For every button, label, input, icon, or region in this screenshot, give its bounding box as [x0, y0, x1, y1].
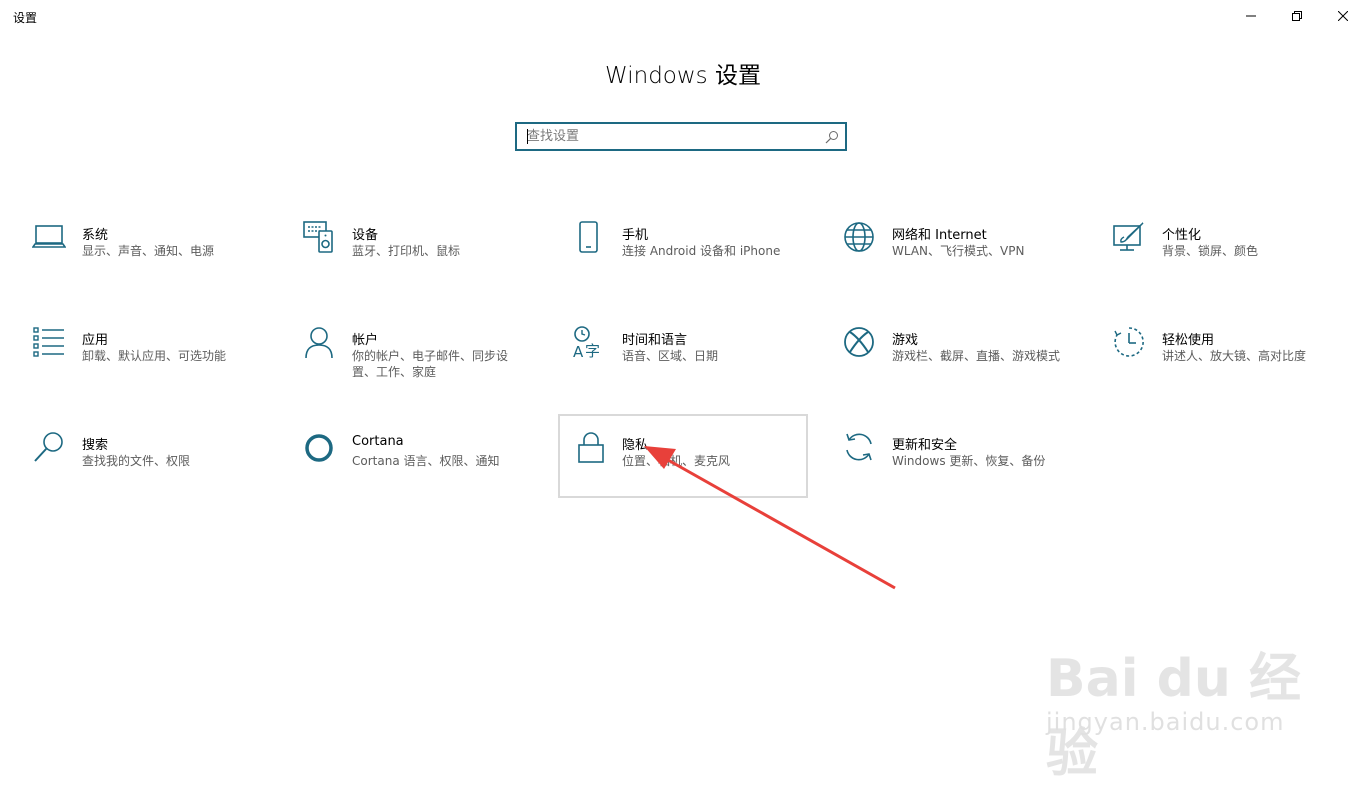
tile-name: 隐私 [622, 438, 649, 453]
tile-ease-of-access[interactable]: 轻松使用 讲述人、放大镜、高对比度 [1112, 321, 1360, 403]
tile-update-security[interactable]: 更新和安全 Windows 更新、恢复、备份 [842, 426, 1090, 508]
tile-name: 搜索 [82, 438, 109, 453]
person-icon [305, 327, 333, 359]
phone-icon [579, 221, 598, 253]
tile-devices[interactable]: 设备 蓝牙、打印机、鼠标 [302, 216, 550, 298]
lock-icon [578, 432, 604, 463]
close-button[interactable] [1320, 0, 1366, 32]
svg-text:A: A [573, 343, 584, 359]
tile-desc: 游戏栏、截屏、直播、游戏模式 [892, 349, 1061, 363]
tile-desc: Windows 更新、恢复、备份 [892, 454, 1046, 468]
tile-personalization[interactable]: 个性化 背景、锁屏、颜色 [1112, 216, 1360, 298]
close-icon [1338, 11, 1348, 21]
tile-time-language[interactable]: A字 时间和语言 语音、区域、日期 [572, 321, 820, 403]
watermark-url: jingyan.baidu.com [1046, 708, 1285, 736]
time-language-icon: A字 [573, 326, 600, 359]
tile-name: 系统 [82, 228, 109, 243]
ease-of-access-icon [1114, 327, 1144, 357]
search-input[interactable] [517, 124, 827, 149]
magnifier-icon [34, 432, 63, 462]
tile-name: 游戏 [892, 333, 919, 348]
tile-desc: 显示、声音、通知、电源 [82, 244, 215, 258]
apps-list-icon [33, 327, 64, 357]
laptop-icon [32, 225, 66, 248]
tile-name: Cortana [352, 434, 404, 449]
tile-desc: 查找我的文件、权限 [82, 454, 191, 468]
search-box[interactable] [515, 122, 847, 151]
tile-name: 轻松使用 [1162, 333, 1215, 348]
tile-apps[interactable]: 应用 卸载、默认应用、可选功能 [32, 321, 280, 403]
tile-gaming[interactable]: 游戏 游戏栏、截屏、直播、游戏模式 [842, 321, 1090, 403]
tile-name: 设备 [352, 228, 379, 243]
window-title: 设置 [13, 11, 38, 25]
tile-desc: Cortana 语言、权限、通知 [352, 454, 500, 468]
minimize-button[interactable] [1228, 0, 1274, 32]
title-bar: 设置 [0, 0, 1366, 32]
tile-name: 时间和语言 [622, 333, 688, 348]
svg-text:字: 字 [585, 342, 600, 359]
tile-system[interactable]: 系统 显示、声音、通知、电源 [32, 216, 280, 298]
tile-desc: 你的帐户、电子邮件、同步设置、工作、家庭 [352, 349, 509, 379]
tile-desc: 背景、锁屏、颜色 [1162, 244, 1259, 258]
cortana-icon [305, 434, 333, 462]
search-icon[interactable] [825, 130, 839, 144]
tile-name: 帐户 [352, 333, 379, 348]
sync-icon [846, 433, 872, 461]
restore-icon [1292, 11, 1302, 21]
tile-name: 应用 [82, 333, 109, 348]
globe-icon [844, 222, 874, 252]
tile-search[interactable]: 搜索 查找我的文件、权限 [32, 426, 280, 508]
tile-name: 网络和 Internet [892, 228, 987, 243]
tile-desc: 语音、区域、日期 [622, 349, 719, 363]
tile-phone[interactable]: 手机 连接 Android 设备和 iPhone [572, 216, 820, 298]
tile-accounts[interactable]: 帐户 你的帐户、电子邮件、同步设置、工作、家庭 [302, 321, 550, 403]
tile-desc: 讲述人、放大镜、高对比度 [1162, 349, 1307, 363]
tile-cortana[interactable]: Cortana Cortana 语言、权限、通知 [302, 426, 550, 508]
tile-desc: 连接 Android 设备和 iPhone [622, 244, 781, 258]
tile-network[interactable]: 网络和 Internet WLAN、飞行模式、VPN [842, 216, 1090, 298]
devices-icon [303, 221, 333, 253]
tile-desc: 蓝牙、打印机、鼠标 [352, 244, 461, 258]
tile-name: 手机 [622, 228, 649, 243]
text-caret [527, 129, 528, 144]
xbox-icon [844, 327, 874, 357]
tile-name: 更新和安全 [892, 438, 958, 453]
tile-privacy[interactable]: 隐私 位置、相机、麦克风 [558, 414, 808, 498]
minimize-icon [1246, 15, 1256, 17]
tile-desc: WLAN、飞行模式、VPN [892, 244, 1025, 258]
tile-name: 个性化 [1162, 228, 1202, 243]
restore-button[interactable] [1274, 0, 1320, 32]
personalize-icon [1113, 222, 1144, 251]
page-title: Windows 设置 [605, 63, 761, 89]
tile-desc: 卸载、默认应用、可选功能 [82, 349, 227, 363]
tile-desc: 位置、相机、麦克风 [622, 454, 731, 468]
watermark: Bai du 经验 jingyan.baidu.com [1046, 618, 1346, 784]
